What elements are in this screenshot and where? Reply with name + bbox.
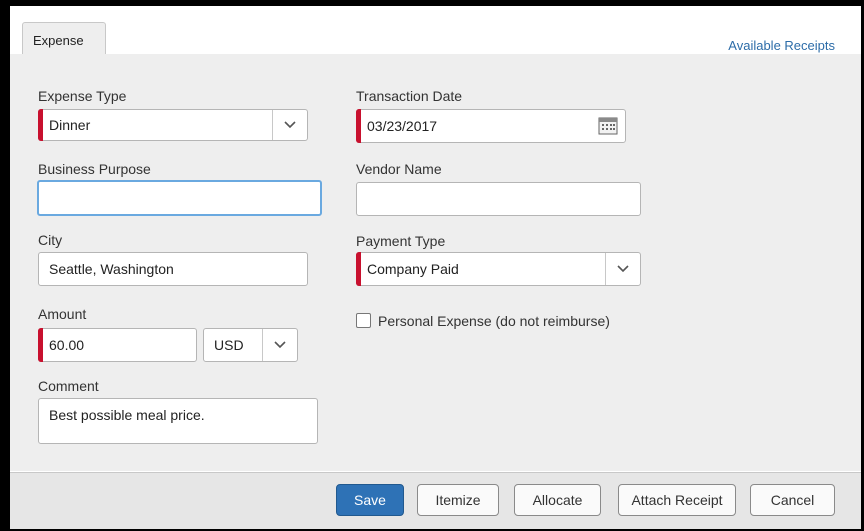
- tab-expense[interactable]: Expense: [22, 22, 106, 54]
- vendor-name-input[interactable]: [356, 182, 641, 216]
- currency-value: USD: [214, 337, 244, 353]
- allocate-button[interactable]: Allocate: [514, 484, 601, 516]
- calendar-icon[interactable]: [591, 110, 625, 142]
- chevron-down-icon[interactable]: [272, 110, 307, 140]
- available-receipts-link[interactable]: Available Receipts: [728, 38, 835, 53]
- expense-type-label: Expense Type: [38, 88, 127, 104]
- payment-type-label: Payment Type: [356, 233, 446, 249]
- attach-receipt-button[interactable]: Attach Receipt: [618, 484, 736, 516]
- comment-textarea[interactable]: Best possible meal price.: [38, 398, 318, 444]
- amount-input[interactable]: 60.00: [38, 328, 197, 362]
- cancel-button[interactable]: Cancel: [750, 484, 835, 516]
- expense-dialog: Expense Available Receipts Expense Type …: [10, 6, 861, 529]
- transaction-date-value: 03/23/2017: [367, 118, 438, 134]
- currency-select[interactable]: USD: [203, 328, 298, 362]
- payment-type-value: Company Paid: [367, 261, 459, 277]
- save-button[interactable]: Save: [336, 484, 404, 516]
- payment-type-select[interactable]: Company Paid: [356, 252, 641, 286]
- chevron-down-icon[interactable]: [262, 329, 297, 361]
- vendor-name-label: Vendor Name: [356, 161, 442, 177]
- amount-label: Amount: [38, 306, 87, 322]
- itemize-button[interactable]: Itemize: [417, 484, 499, 516]
- business-purpose-label: Business Purpose: [38, 161, 151, 177]
- chevron-down-icon[interactable]: [605, 253, 640, 285]
- comment-label: Comment: [38, 378, 99, 394]
- business-purpose-input[interactable]: [37, 180, 322, 216]
- tab-bar: Expense Available Receipts: [10, 6, 861, 55]
- city-label: City: [38, 232, 63, 248]
- expense-type-value: Dinner: [49, 117, 91, 133]
- transaction-date-label: Transaction Date: [356, 88, 463, 104]
- city-input[interactable]: Seattle, Washington: [38, 252, 308, 286]
- transaction-date-input[interactable]: 03/23/2017: [356, 109, 626, 143]
- personal-expense-checkbox[interactable]: [356, 313, 371, 328]
- expense-type-select[interactable]: Dinner: [38, 109, 308, 141]
- personal-expense-label[interactable]: Personal Expense (do not reimburse): [378, 313, 610, 329]
